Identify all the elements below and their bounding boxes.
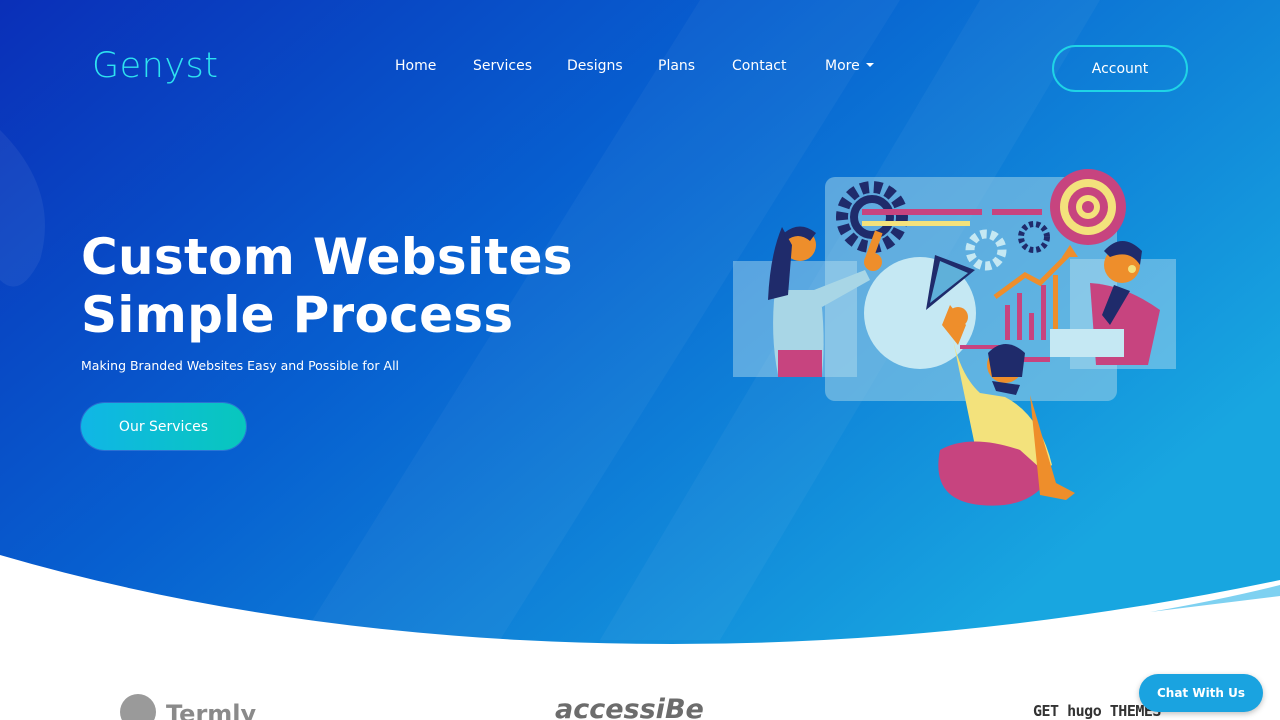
brand-logo[interactable]: Genyst xyxy=(92,46,219,86)
gethugothemes-text: GET hugo THEMES xyxy=(1033,702,1161,720)
hero-title-line2: Simple Process xyxy=(81,286,514,344)
chat-with-us-button[interactable]: Chat With Us xyxy=(1139,674,1263,712)
termly-mark-icon xyxy=(120,694,156,720)
nav-item-plans[interactable]: Plans xyxy=(658,58,695,74)
nav-item-more-label: More xyxy=(825,58,860,74)
hero-title-line1: Custom Websites xyxy=(81,228,573,286)
nav-item-more[interactable]: More xyxy=(825,58,874,74)
accessibe-logo[interactable]: accessiBe xyxy=(555,694,704,720)
nav-item-designs[interactable]: Designs xyxy=(567,58,623,74)
termly-text: Termly xyxy=(166,700,257,720)
termly-logo[interactable]: Termly xyxy=(120,694,256,720)
partner-logos: Termly accessiBe GET hugo THEMES xyxy=(0,680,1280,720)
our-services-button[interactable]: Our Services xyxy=(81,403,246,450)
hero-subtitle: Making Branded Websites Easy and Possibl… xyxy=(81,358,400,373)
accessibe-text: accessiBe xyxy=(555,694,704,720)
hero-title: Custom Websites Simple Process xyxy=(81,228,573,344)
caret-down-icon xyxy=(865,63,874,67)
nav-item-contact[interactable]: Contact xyxy=(732,58,786,74)
hero-section: Genyst Home Services Designs Plans Conta… xyxy=(0,0,1280,720)
gethugothemes-logo[interactable]: GET hugo THEMES xyxy=(1033,702,1161,720)
nav-item-services[interactable]: Services xyxy=(473,58,532,74)
team-illustration xyxy=(733,169,1176,506)
nav-item-home[interactable]: Home xyxy=(395,58,436,74)
account-button[interactable]: Account xyxy=(1052,45,1188,92)
